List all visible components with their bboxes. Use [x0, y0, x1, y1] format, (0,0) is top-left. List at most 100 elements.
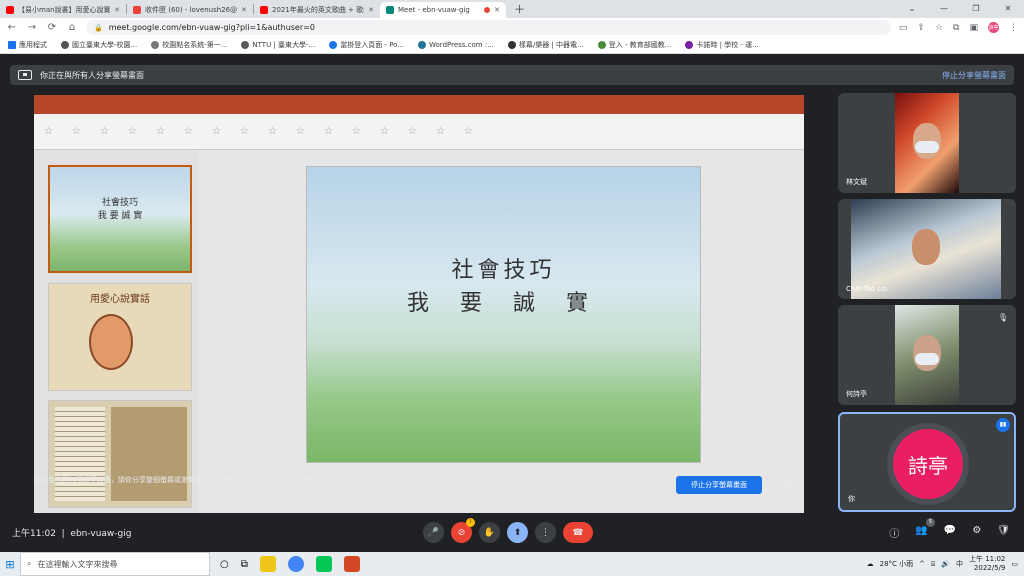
windows-start-icon[interactable]: ⊞ [0, 552, 20, 576]
host-controls-icon[interactable]: 🛡 [997, 525, 1010, 540]
weather-icon[interactable]: ☁ [867, 560, 874, 568]
forward-icon[interactable]: → [26, 22, 38, 33]
participant-tile[interactable]: Chih Tso Lin [838, 199, 1016, 299]
bookmark-label: 當掛登入頁面 - Po... [340, 41, 405, 49]
bookmark-item[interactable]: 校園點名系統-第一... [151, 40, 227, 50]
tab-title: 收件匣 (60) - lovenush26@gm [145, 6, 238, 14]
close-window-icon[interactable]: ✕ [992, 0, 1024, 18]
microphone-button[interactable]: 🎤 [423, 522, 444, 543]
speaking-indicator-icon: ▮▮ [996, 418, 1010, 432]
cartoon-face-image [89, 314, 133, 370]
sidepanel-icon[interactable]: ▣ [969, 23, 978, 33]
animation-star-icon: ☆ [268, 125, 277, 137]
task-view-icon[interactable]: ⧉ [241, 559, 248, 570]
chat-icon[interactable]: 💬 [944, 525, 956, 540]
taskbar-search[interactable]: ⌕ 在這裡輸入文字來搜尋 [20, 552, 210, 576]
bookmark-item[interactable]: 國立臺東大學-校園... [61, 40, 137, 50]
notification-icon[interactable]: ▭ [1011, 560, 1018, 568]
chevron-down-icon[interactable]: ⌄ [896, 0, 928, 18]
tab-strip: 【易小man說書】用愛心說實話 ✕ 收件匣 (60) - lovenush26@… [0, 0, 1024, 18]
animation-star-icon: ☆ [184, 125, 193, 137]
bookmark-label: 國立臺東大學-校園... [72, 41, 138, 49]
cortana-icon[interactable]: ○ [220, 559, 229, 570]
thumb-subtitle: 我 要 誠 實 [97, 211, 143, 221]
toolbar-icons: ▭ ⇪ ☆ ⧉ ▣ 詩亭 ⋮ [899, 22, 1018, 33]
participant-video [895, 305, 959, 405]
more-options-button[interactable]: ⋮ [535, 522, 556, 543]
bookmark-label: 應用程式 [19, 41, 47, 49]
participant-tile[interactable]: 林文斌 [838, 93, 1016, 193]
bookmark-item[interactable]: 當掛登入頁面 - Po... [329, 40, 404, 50]
activities-icon[interactable]: ⚙ [972, 525, 981, 540]
chrome-icon[interactable] [287, 556, 304, 572]
bookmark-item[interactable]: 樣幕/樂器 | 中器電... [507, 40, 584, 50]
thumb-text-block [55, 407, 105, 501]
weather-text[interactable]: 28°C 小雨 [880, 559, 914, 569]
bookmark-item[interactable]: 登入 - 教育部國教... [597, 40, 671, 50]
mic-off-icon: 🎙 [997, 313, 1008, 322]
home-icon[interactable]: ⌂ [66, 22, 78, 33]
thumb-illustration [111, 407, 187, 501]
browser-tab[interactable]: 【易小man說書】用愛心說實話 ✕ [0, 2, 126, 18]
file-explorer-icon[interactable] [259, 556, 276, 572]
presenting-banner: 你正在與所有人分享螢幕畫面 停止分享螢幕畫面 [10, 65, 1014, 85]
camera-icon[interactable]: ▭ [899, 23, 908, 33]
youtube-icon [260, 6, 268, 14]
bookmark-item[interactable]: 卡諾時 | 學校 - 運... [685, 40, 759, 50]
browser-tab-active[interactable]: Meet - ebn-vuaw-gig ✕ [380, 2, 506, 18]
ime-indicator[interactable]: 中 [956, 559, 963, 569]
minimize-icon[interactable]: — [928, 0, 960, 18]
stop-sharing-button[interactable]: 停止分享螢幕畫面 [676, 476, 762, 494]
share-icon[interactable]: ⇪ [917, 23, 925, 33]
reload-icon[interactable]: ⟳ [46, 22, 58, 33]
gmail-icon [133, 6, 141, 14]
profile-avatar[interactable]: 詩亭 [988, 22, 999, 33]
tray-chevron-icon[interactable]: ^ [919, 560, 925, 568]
animation-star-icon: ☆ [240, 125, 249, 137]
people-icon[interactable]: 👥 [915, 525, 927, 540]
participant-tile[interactable]: 🎙 何詩亭 [838, 305, 1016, 405]
close-tab-icon[interactable]: ✕ [241, 6, 247, 14]
system-clock[interactable]: 上午 11:02 2022/5/9 [969, 555, 1005, 573]
present-button[interactable]: ⬆ [507, 522, 528, 543]
address-bar[interactable]: 🔒 meet.google.com/ebn-vuaw-gig?pli=1&aut… [86, 20, 891, 35]
browser-tab[interactable]: 收件匣 (60) - lovenush26@gm ✕ [127, 2, 253, 18]
lock-icon[interactable]: 🔒 [94, 24, 103, 32]
close-tab-icon[interactable]: ✕ [114, 6, 120, 14]
clock-date: 2022/5/9 [973, 564, 1006, 572]
animation-star-icon: ☆ [72, 125, 81, 137]
line-icon[interactable] [315, 556, 332, 572]
close-tab-icon[interactable]: ✕ [368, 6, 374, 14]
browser-tab[interactable]: 2021年最火的英文歌曲 + 歌曲 ✕ [254, 2, 380, 18]
powerpoint-icon[interactable] [343, 556, 360, 572]
dismiss-button[interactable]: 略過 [783, 481, 797, 491]
menu-icon[interactable]: ⋮ [1009, 23, 1018, 33]
self-avatar: 詩亭 [893, 429, 963, 499]
side-controls: ⓘ 👥 💬 ⚙ 🛡 [889, 525, 1010, 540]
camera-off-button[interactable]: ⊘! [451, 518, 475, 543]
back-icon[interactable]: ← [6, 22, 18, 33]
restore-icon[interactable]: ❐ [960, 0, 992, 18]
network-icon[interactable]: ⌸ [931, 560, 935, 569]
shared-screen: ☆ ☆ ☆ ☆ ☆ ☆ ☆ ☆ ☆ ☆ ☆ ☆ ☆ ☆ ☆ ☆ 社會技巧我 要 … [34, 95, 804, 513]
bookmark-apps[interactable]: 應用程式 [8, 40, 47, 50]
animation-star-icon: ☆ [352, 125, 361, 137]
extensions-icon[interactable]: ⧉ [953, 23, 959, 33]
volume-icon[interactable]: 🔊 [941, 560, 950, 568]
animation-star-icon: ☆ [380, 125, 389, 137]
bookmark-item[interactable]: WordPress.com :... [418, 41, 494, 49]
bookmark-star-icon[interactable]: ☆ [935, 23, 943, 33]
leave-call-button[interactable]: ☎ [563, 522, 593, 543]
raise-hand-button[interactable]: ✋ [479, 522, 500, 543]
meeting-time: 上午11:02 [12, 528, 56, 539]
site-icon [597, 41, 606, 49]
stop-sharing-link[interactable]: 停止分享螢幕畫面 [942, 70, 1006, 81]
info-icon[interactable]: ⓘ [889, 525, 899, 540]
participant-tile-self[interactable]: 詩亭 ▮▮ 你 [838, 412, 1016, 512]
banner-text: 你正在與所有人分享螢幕畫面 [40, 70, 144, 80]
bookmark-item[interactable]: NTTU | 臺東大學-... [241, 40, 315, 50]
close-tab-icon[interactable]: ✕ [494, 6, 500, 14]
animation-star-icon: ☆ [128, 125, 137, 137]
new-tab-icon[interactable]: ＋ [506, 1, 533, 17]
hang-up-icon: ☎ [572, 527, 584, 538]
